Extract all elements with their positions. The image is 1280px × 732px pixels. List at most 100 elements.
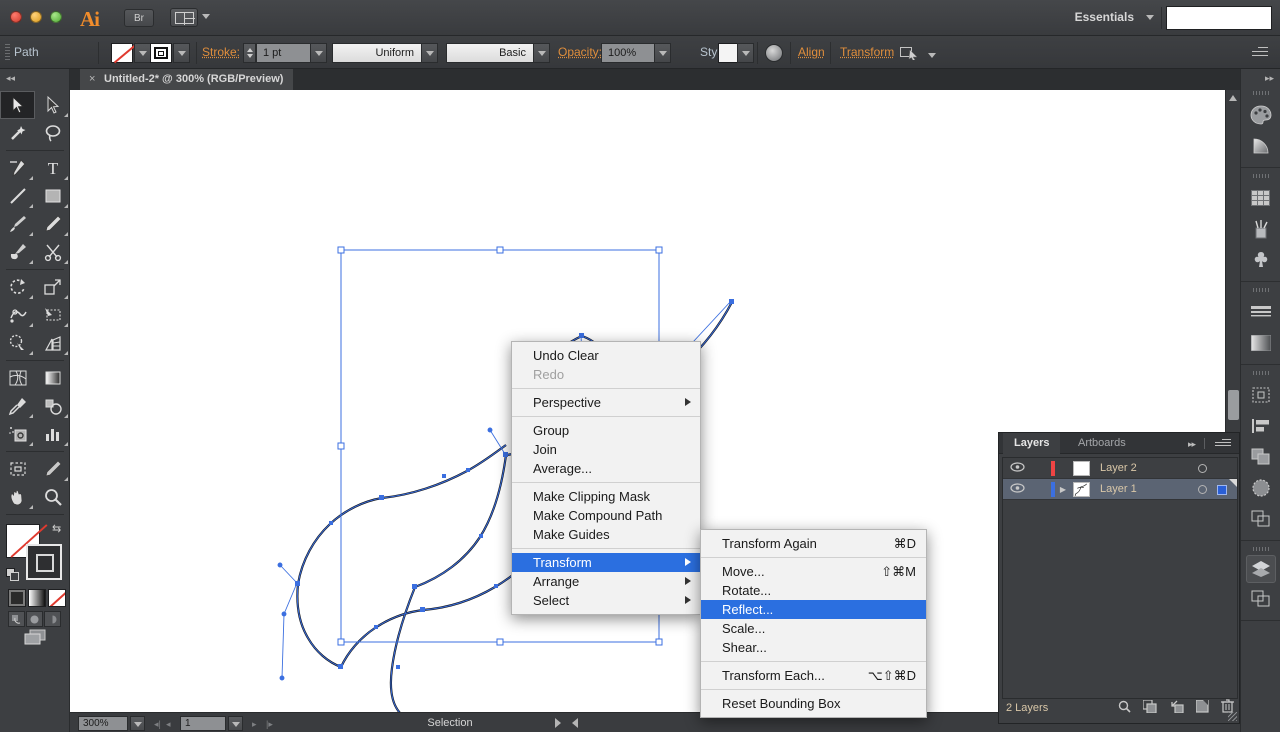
artboard-chevron-down-icon[interactable] — [228, 716, 243, 731]
symbol-sprayer-tool[interactable] — [0, 420, 35, 448]
menu-item-average[interactable]: Average... — [512, 459, 700, 478]
align-link[interactable]: Align — [798, 45, 825, 59]
magic-wand-tool[interactable] — [0, 119, 35, 147]
menu-item-transform-again[interactable]: Transform Again ⌘D — [701, 534, 926, 553]
tab-artboards[interactable]: Artboards — [1067, 433, 1137, 454]
layer-name[interactable]: Layer 1 — [1090, 483, 1237, 495]
slice-tool[interactable] — [35, 455, 70, 483]
double-chevron-right-icon[interactable]: ▸▸ — [1265, 73, 1274, 84]
swatches-panel-icon[interactable] — [1244, 182, 1278, 213]
arrange-chevron-down-icon[interactable] — [202, 14, 210, 19]
swap-fill-stroke-icon[interactable]: ⇆ — [52, 522, 61, 535]
eyedropper-tool[interactable] — [0, 392, 35, 420]
selection-tool[interactable] — [0, 91, 35, 119]
opacity-label[interactable]: Opacity: — [558, 45, 602, 59]
create-new-sublayer-icon[interactable] — [1169, 700, 1184, 716]
symbols-panel-icon[interactable] — [1244, 244, 1278, 275]
blob-brush-tool[interactable] — [0, 238, 35, 266]
layers-list[interactable]: Layer 2 ▶ Layer 1 — [1002, 457, 1238, 699]
scroll-up-icon[interactable] — [1229, 95, 1237, 101]
minimize-window-button[interactable] — [30, 11, 42, 23]
context-menu[interactable]: Undo Clear Redo Perspective Group Join A… — [511, 341, 701, 615]
graphic-style-swatch[interactable] — [718, 43, 738, 63]
next-page-icon[interactable]: ▸ — [252, 719, 257, 730]
make-sublayer-icon[interactable] — [1142, 698, 1157, 716]
menu-item-rotate[interactable]: Rotate... — [701, 581, 926, 600]
arrange-documents-icon[interactable] — [170, 8, 198, 27]
default-fill-stroke-icon[interactable] — [6, 568, 20, 582]
menu-item-make-guides[interactable]: Make Guides — [512, 525, 700, 544]
locate-object-icon[interactable] — [1118, 700, 1131, 716]
menu-item-reset-bounding-box[interactable]: Reset Bounding Box — [701, 694, 926, 713]
zoom-tool[interactable] — [35, 483, 70, 511]
document-tab[interactable]: × Untitled-2* @ 300% (RGB/Preview) — [80, 69, 294, 90]
menu-item-group[interactable]: Group — [512, 421, 700, 440]
menu-item-perspective[interactable]: Perspective — [512, 393, 700, 412]
status-resize-icon[interactable] — [572, 718, 578, 728]
dock-group-grip[interactable] — [1252, 288, 1269, 292]
disclosure-triangle-icon[interactable]: ▶ — [1055, 485, 1071, 494]
eye-icon[interactable] — [1003, 482, 1031, 496]
brush-chevron-down-icon[interactable] — [533, 43, 550, 63]
zoom-chevron-down-icon[interactable] — [130, 716, 145, 731]
menu-item-reflect[interactable]: Reflect... — [701, 600, 926, 619]
none-mode-button[interactable] — [48, 589, 66, 607]
draw-normal-button[interactable] — [8, 611, 25, 627]
table-row[interactable]: Layer 2 — [1003, 458, 1237, 479]
pathfinder-panel-icon[interactable] — [1244, 441, 1278, 472]
target-circle-icon[interactable] — [1198, 464, 1207, 473]
stroke-swatch[interactable] — [150, 43, 172, 63]
transform-link[interactable]: Transform — [840, 45, 894, 59]
tab-layers[interactable]: Layers — [1003, 433, 1061, 454]
hand-tool[interactable] — [0, 483, 35, 511]
window-controls[interactable] — [10, 11, 62, 23]
layer-name[interactable]: Layer 2 — [1090, 462, 1237, 474]
control-bar-grip[interactable] — [5, 44, 10, 61]
eraser-scissors-tool[interactable] — [35, 238, 70, 266]
type-tool[interactable]: T — [35, 154, 70, 182]
double-chevron-left-icon[interactable]: ◂◂ — [6, 73, 15, 84]
table-row[interactable]: ▶ Layer 1 — [1003, 479, 1237, 500]
rectangle-tool[interactable] — [35, 182, 70, 210]
change-screen-mode-icon[interactable] — [24, 629, 46, 645]
close-tab-icon[interactable]: × — [89, 69, 95, 90]
bridge-button[interactable]: Br — [124, 9, 154, 27]
align-panel-icon[interactable] — [1244, 410, 1278, 441]
menu-item-transform[interactable]: Transform — [512, 553, 700, 572]
color-panel-icon[interactable] — [1244, 99, 1278, 130]
target-circle-icon[interactable] — [1198, 485, 1207, 494]
shape-chevron-down-icon[interactable] — [928, 53, 936, 58]
workspace-switcher-label[interactable]: Essentials — [1075, 10, 1134, 24]
color-guide-panel-icon[interactable] — [1244, 130, 1278, 161]
previous-page-icon[interactable]: ◂ — [166, 719, 171, 730]
shape-builder-tool[interactable] — [0, 329, 35, 357]
panel-menu-icon[interactable] — [1252, 47, 1268, 58]
recolor-artwork-icon[interactable] — [765, 44, 783, 62]
selection-indicator-square[interactable] — [1217, 485, 1227, 495]
menu-item-transform-each[interactable]: Transform Each... ⌥⇧⌘D — [701, 666, 926, 685]
transparency-panel-icon[interactable] — [1244, 472, 1278, 503]
rotate-tool[interactable] — [0, 273, 35, 301]
panel-menu-icon[interactable] — [1215, 439, 1231, 449]
pencil-tool[interactable] — [35, 210, 70, 238]
stroke-weight-chevron-down-icon[interactable] — [310, 43, 327, 63]
column-graph-tool[interactable] — [35, 420, 70, 448]
maximize-window-button[interactable] — [50, 11, 62, 23]
collapse-to-icons-icon[interactable]: ▸▸ — [1188, 439, 1196, 450]
zoom-level-input[interactable]: 300% — [78, 716, 128, 731]
scroll-thumb[interactable] — [1228, 390, 1239, 420]
eye-icon[interactable] — [1003, 461, 1031, 475]
brushes-panel-icon[interactable] — [1244, 213, 1278, 244]
fill-swatch[interactable] — [111, 43, 133, 63]
close-window-button[interactable] — [10, 11, 22, 23]
stroke-chevron-down-icon[interactable] — [173, 43, 190, 63]
stroke-panel-icon[interactable] — [1244, 296, 1278, 327]
width-warp-tool[interactable] — [0, 301, 35, 329]
last-page-icon[interactable]: |▸ — [266, 719, 273, 730]
draw-behind-button[interactable] — [26, 611, 43, 627]
scale-tool[interactable] — [35, 273, 70, 301]
menu-item-join[interactable]: Join — [512, 440, 700, 459]
artboards-panel-icon[interactable] — [1244, 583, 1278, 614]
free-transform-tool[interactable] — [35, 301, 70, 329]
create-new-layer-icon[interactable] — [1195, 698, 1209, 716]
